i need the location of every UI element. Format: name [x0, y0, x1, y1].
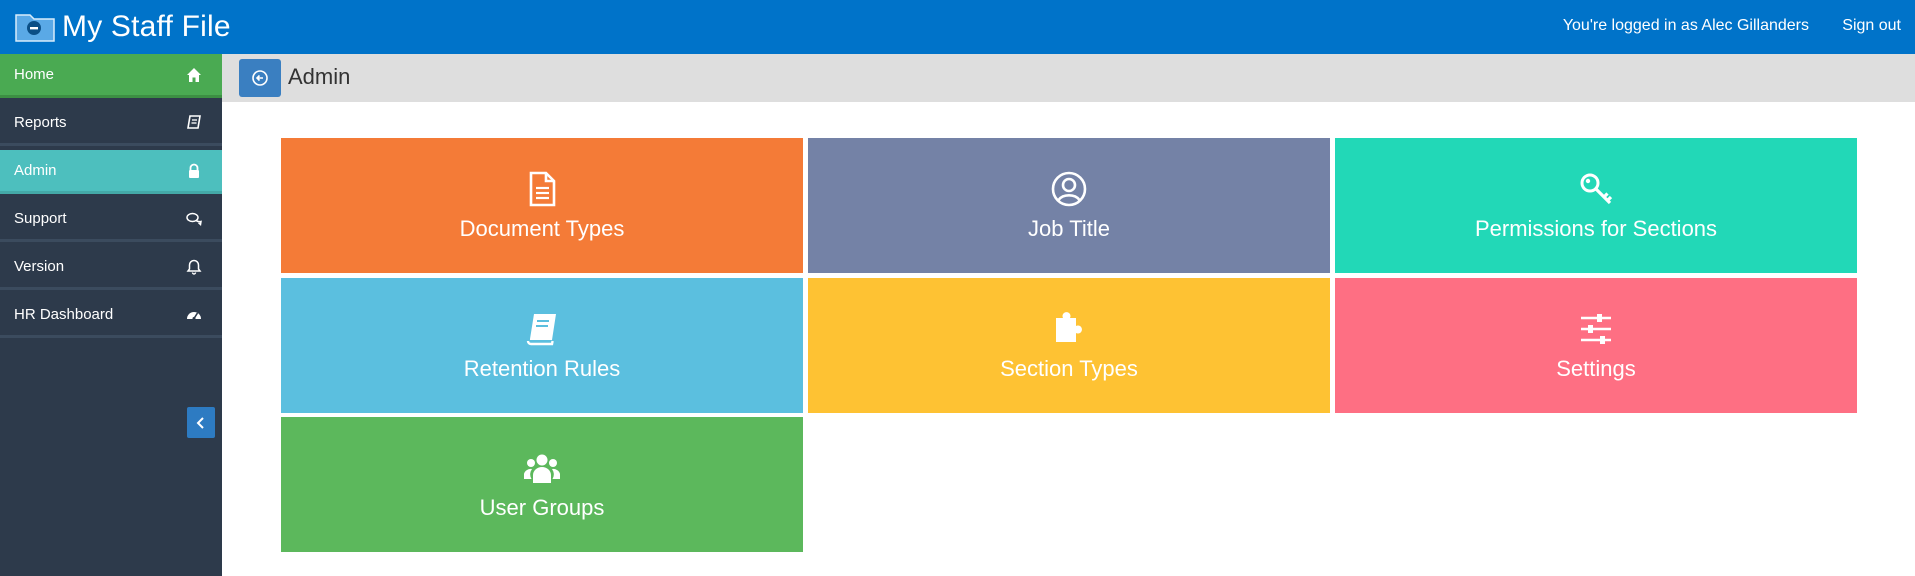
sidebar-item-home[interactable]: Home [0, 54, 222, 98]
app-title: My Staff File [62, 10, 231, 43]
sidebar-item-label: HR Dashboard [14, 306, 114, 323]
puzzle-icon [1056, 311, 1082, 342]
tile-section-types[interactable]: Section Types [808, 278, 1330, 413]
sidebar-item-label: Admin [14, 162, 57, 179]
lock-icon [189, 163, 199, 178]
tile-label: Job Title [1028, 215, 1110, 241]
tile-retention-rules[interactable]: Retention Rules [281, 278, 803, 413]
top-bar: My Staff File You're logged in as Alec G… [0, 0, 1915, 54]
tile-job-title[interactable]: Job Title [808, 138, 1330, 273]
back-button[interactable] [239, 59, 281, 97]
sidebar-item-admin[interactable]: Admin [0, 150, 222, 194]
dashboard-icon [187, 312, 201, 320]
sign-out-link[interactable]: Sign out [1842, 17, 1901, 35]
tile-settings[interactable]: Settings [1335, 278, 1857, 413]
tile-document-types[interactable]: Document Types [281, 138, 803, 273]
tile-label: Retention Rules [463, 355, 621, 381]
sidebar-item-support[interactable]: Support [0, 198, 222, 242]
sidebar-item-label: Home [14, 66, 55, 83]
brand-logo[interactable]: My Staff File [14, 8, 231, 46]
tile-label: Section Types [1000, 355, 1138, 381]
page-header: Admin [222, 54, 1915, 102]
tile-permissions-for-sections[interactable]: Permissions for Sections [1335, 138, 1857, 273]
tile-label: User Groups [479, 494, 605, 520]
tile-label: Document Types [459, 215, 625, 241]
collapse-sidebar-button[interactable] [187, 407, 215, 438]
tile-label: Permissions for Sections [1474, 215, 1718, 241]
comments-icon [186, 212, 202, 226]
sliders-icon [1581, 313, 1611, 344]
folder-icon [15, 14, 55, 42]
home-icon [187, 68, 201, 82]
logged-in-text: You're logged in as Alec Gillanders [1562, 17, 1809, 34]
tile-label: Settings [1556, 355, 1636, 381]
tile-user-groups[interactable]: User Groups [281, 417, 803, 552]
sidebar-item-reports[interactable]: Reports [0, 102, 222, 146]
sidebar: Home Reports Admin Support Version HR Da… [0, 54, 222, 576]
key-icon [1580, 173, 1613, 204]
sidebar-item-version[interactable]: Version [0, 246, 222, 290]
book-icon [526, 313, 556, 345]
arrow-circle-left-icon [252, 70, 268, 86]
document-icon [529, 171, 556, 206]
sidebar-item-label: Reports [14, 114, 67, 131]
page-title: Admin [288, 64, 351, 89]
users-icon [524, 454, 560, 483]
chevron-left-icon [196, 416, 204, 429]
sidebar-item-label: Support [14, 210, 67, 227]
book-icon [187, 115, 201, 129]
sidebar-item-label: Version [14, 258, 65, 275]
user-circle-icon [1051, 171, 1087, 206]
sidebar-item-hr-dashboard[interactable]: HR Dashboard [0, 294, 222, 338]
bell-icon [186, 259, 202, 275]
